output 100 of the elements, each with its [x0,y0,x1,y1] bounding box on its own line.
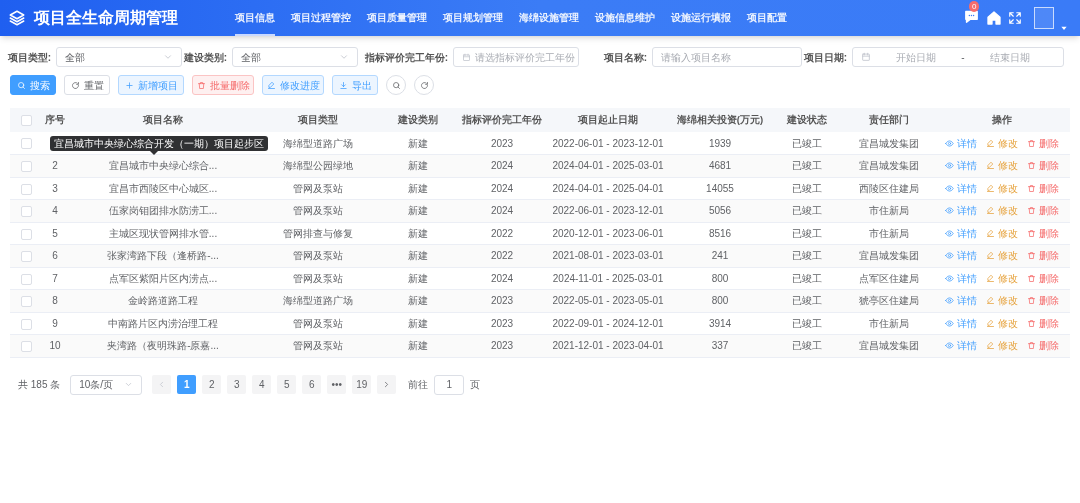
eye-icon[interactable] [945,251,954,261]
page-button[interactable]: 3 [227,375,247,394]
trash-icon[interactable] [1027,206,1036,216]
date-field[interactable]: 请选指标评价完工年份 [453,47,579,67]
page-button[interactable]: 4 [252,375,272,394]
batch-delete-button[interactable]: 批量删除 [192,75,254,95]
caret-icon[interactable] [1060,24,1068,32]
edit-icon[interactable] [986,273,995,283]
eye-icon[interactable] [945,206,954,216]
text-input-field[interactable]: 请输入项目名称 [652,47,802,67]
page-button[interactable]: 1 [177,375,197,394]
view-link[interactable]: 详情 [945,315,977,331]
search-icon[interactable] [391,80,401,90]
select-field[interactable]: 全部 [56,47,182,67]
edit-icon[interactable] [986,228,995,238]
nav-tab[interactable]: 项目配置 [747,0,787,36]
edit-link[interactable]: 修改 [986,158,1018,174]
trash-icon[interactable] [1027,138,1036,148]
eye-icon[interactable] [945,341,954,351]
delete-link[interactable]: 删除 [1027,315,1059,331]
search-button[interactable]: 搜索 [10,75,56,95]
view-link[interactable]: 详情 [945,293,977,309]
view-link[interactable]: 详情 [945,180,977,196]
refresh-button[interactable] [414,75,434,95]
trash-icon[interactable] [1027,183,1036,193]
checkbox[interactable] [20,183,32,195]
edit-link[interactable]: 修改 [986,315,1018,331]
eye-icon[interactable] [945,273,954,283]
checkbox[interactable] [20,228,32,240]
edit-icon[interactable] [986,341,995,351]
page-button[interactable]: ••• [327,375,347,394]
edit-link[interactable]: 修改 [986,135,1018,151]
checkbox[interactable] [20,296,32,308]
edit-icon[interactable] [986,318,995,328]
delete-link[interactable]: 删除 [1027,225,1059,241]
checkbox[interactable] [20,251,32,263]
page-button[interactable]: 2 [202,375,222,394]
eye-icon[interactable] [945,161,954,171]
checkbox[interactable] [20,318,32,330]
delete-link[interactable]: 删除 [1027,270,1059,286]
select-field[interactable]: 全部 [232,47,358,67]
page-button[interactable]: 6 [302,375,322,394]
nav-tab[interactable]: 设施运行填报 [671,0,731,36]
view-link[interactable]: 详情 [945,203,977,219]
delete-link[interactable]: 删除 [1027,203,1059,219]
download-icon[interactable] [338,80,348,90]
trash-icon[interactable] [1027,161,1036,171]
edit-icon[interactable] [266,80,276,90]
export-button[interactable]: 导出 [332,75,378,95]
checkbox[interactable] [20,138,32,150]
view-link[interactable]: 详情 [945,270,977,286]
trash-icon[interactable] [1027,251,1036,261]
delete-link[interactable]: 删除 [1027,248,1059,264]
home-icon[interactable] [986,10,1002,26]
nav-tab[interactable]: 项目信息 [235,0,275,36]
nav-tab[interactable]: 设施信息维护 [595,0,655,36]
edit-icon[interactable] [986,138,995,148]
trash-icon[interactable] [196,80,206,90]
delete-link[interactable]: 删除 [1027,180,1059,196]
delete-link[interactable]: 删除 [1027,293,1059,309]
trash-icon[interactable] [1027,296,1036,306]
view-link[interactable]: 详情 [945,135,977,151]
delete-link[interactable]: 删除 [1027,338,1059,354]
fullscreen-icon[interactable] [1008,11,1022,25]
edit-icon[interactable] [986,161,995,171]
chat-icon[interactable] [963,8,980,25]
edit-link[interactable]: 修改 [986,293,1018,309]
edit-icon[interactable] [986,183,995,193]
checkbox[interactable] [20,206,32,218]
page-size-select[interactable]: 10条/页 [70,374,143,395]
refresh-icon[interactable] [419,80,429,90]
nav-tab[interactable]: 项目过程管控 [291,0,351,36]
checkbox[interactable] [20,115,32,127]
trash-icon[interactable] [1027,228,1036,238]
page-button[interactable]: 19 [352,375,372,394]
checkbox[interactable] [20,161,32,173]
reset-button[interactable]: 重置 [64,75,110,95]
edit-icon[interactable] [986,251,995,261]
eye-icon[interactable] [945,183,954,193]
edit-link[interactable]: 修改 [986,338,1018,354]
eye-icon[interactable] [945,318,954,328]
previous-page-button[interactable] [152,375,172,394]
page-button[interactable]: 5 [277,375,297,394]
view-link[interactable]: 详情 [945,225,977,241]
trash-icon[interactable] [1027,341,1036,351]
trash-icon[interactable] [1027,318,1036,328]
search-button[interactable] [386,75,406,95]
edit-link[interactable]: 修改 [986,270,1018,286]
nav-tab[interactable]: 项目质量管理 [367,0,427,36]
checkbox[interactable] [20,341,32,353]
eye-icon[interactable] [945,228,954,238]
eye-icon[interactable] [945,138,954,148]
view-link[interactable]: 详情 [945,338,977,354]
delete-link[interactable]: 删除 [1027,135,1059,151]
search-icon[interactable] [16,80,26,90]
eye-icon[interactable] [945,296,954,306]
edit-progress-button[interactable]: 修改进度 [262,75,324,95]
trash-icon[interactable] [1027,273,1036,283]
avatar-image[interactable] [1034,7,1054,29]
plus-icon[interactable] [124,80,134,90]
